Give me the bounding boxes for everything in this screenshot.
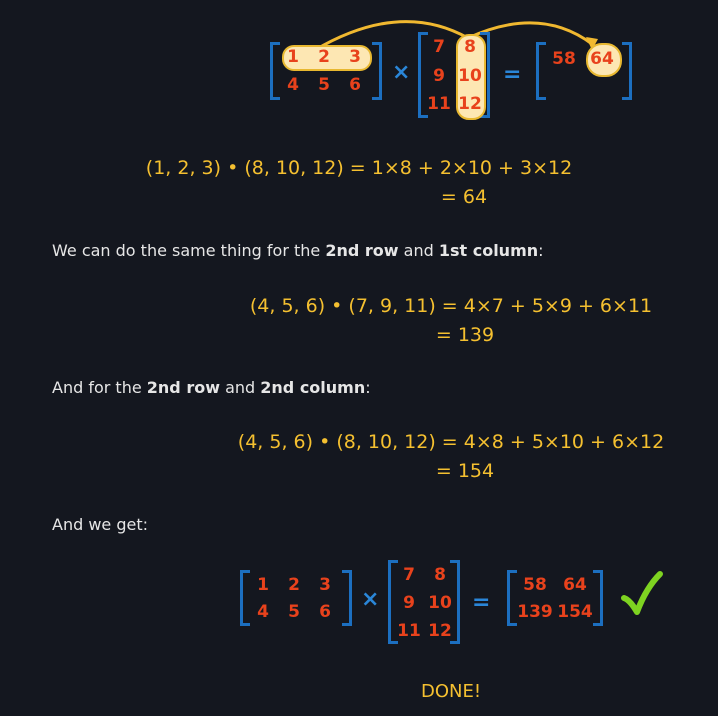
times-sign: × (361, 587, 380, 612)
matrix-cell: 3 (319, 575, 331, 595)
matrix-cell: 9 (403, 593, 415, 613)
matrix-cell: 1 (257, 575, 269, 595)
matrix-cell: 9 (433, 66, 445, 86)
matrix-cell: 58 (523, 575, 547, 595)
matrix-cell: 5 (318, 75, 330, 95)
paragraph-3: And we get: (52, 515, 149, 534)
equals-sign: = (472, 590, 491, 615)
matrix-cell: 7 (403, 565, 415, 585)
matrix-cell: 10 (428, 593, 452, 613)
matrix-cell: 4 (287, 75, 299, 95)
calc-2-line-1: (4, 5, 6) • (7, 9, 11) = 4×7 + 5×9 + 6×1… (249, 295, 653, 317)
matrix-cell: 1 (287, 47, 299, 67)
matrix-cell: 8 (434, 565, 446, 585)
matrix-cell: 8 (464, 37, 476, 57)
matrix-cell: 11 (427, 94, 451, 114)
bottom-result-matrix: 58 64 139 154 (507, 570, 603, 626)
matrix-cell: 12 (458, 94, 482, 114)
matrix-cell: 64 (563, 575, 587, 595)
calc-1-line-2: = 64 (440, 186, 488, 208)
matrix-cell: 10 (458, 66, 482, 86)
equals-sign: = (503, 62, 522, 87)
paragraph-1: We can do the same thing for the 2nd row… (52, 241, 544, 260)
calc-2-line-2: = 139 (435, 324, 495, 346)
top-matrix-b: 7 8 9 10 11 12 (418, 32, 490, 120)
done-label: DONE! (420, 681, 482, 702)
matrix-cell: 5 (288, 602, 300, 622)
matrix-cell: 6 (319, 602, 331, 622)
matrix-cell: 7 (433, 37, 445, 57)
bottom-matrix-b: 7 8 9 10 11 12 (388, 560, 460, 644)
matrix-cell: 11 (397, 621, 421, 641)
top-matrix-a: 1 2 3 4 5 6 (270, 42, 382, 100)
times-sign: × (392, 60, 411, 85)
matrix-cell: 6 (349, 75, 361, 95)
matrix-cell: 139 (517, 602, 553, 622)
matrix-cell: 2 (288, 575, 300, 595)
calc-1-line-1: (1, 2, 3) • (8, 10, 12) = 1×8 + 2×10 + 3… (145, 157, 573, 179)
calc-3-line-1: (4, 5, 6) • (8, 10, 12) = 4×8 + 5×10 + 6… (237, 431, 665, 453)
matrix-cell: 12 (428, 621, 452, 641)
paragraph-2: And for the 2nd row and 2nd column: (52, 378, 371, 397)
matrix-cell: 154 (557, 602, 593, 622)
bottom-matrix-a: 1 2 3 4 5 6 (240, 570, 352, 626)
matrix-cell: 3 (349, 47, 361, 67)
calc-3-line-2: = 154 (435, 460, 495, 482)
matrix-cell: 4 (257, 602, 269, 622)
matrix-cell: 64 (590, 49, 614, 69)
matrix-cell: 58 (552, 49, 576, 69)
top-result-matrix: 58 64 (536, 42, 632, 100)
check-icon (621, 571, 663, 615)
matrix-cell: 2 (318, 47, 330, 67)
